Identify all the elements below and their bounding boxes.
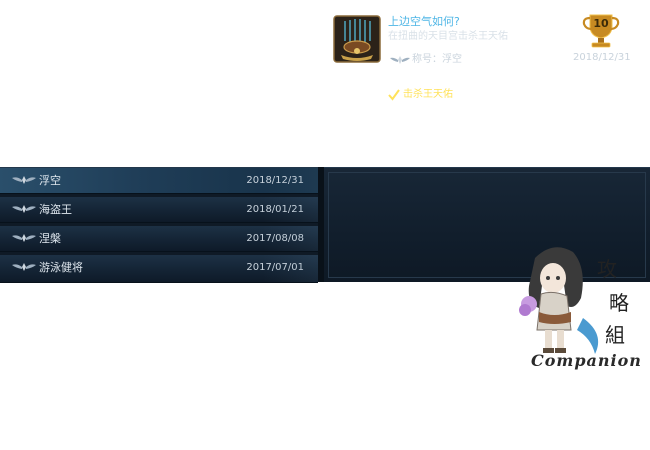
companion-logo-text: Companion bbox=[531, 351, 642, 370]
title-name: 浮空 bbox=[39, 174, 61, 187]
wings-emblem-icon bbox=[12, 263, 36, 271]
title-row-0[interactable]: 浮空 2018/12/31 bbox=[0, 168, 318, 194]
title-date: 2018/01/21 bbox=[246, 204, 304, 215]
wings-emblem-icon bbox=[12, 176, 36, 184]
objective-label: 击杀王天佑 bbox=[403, 89, 453, 100]
title-reward-icon bbox=[390, 56, 410, 64]
checkmark-icon bbox=[388, 88, 400, 101]
title-date: 2018/12/31 bbox=[246, 175, 304, 186]
achievement-description: 在扭曲的天目宫击杀王天佑 bbox=[388, 31, 508, 42]
wings-emblem-icon bbox=[12, 205, 36, 213]
wings-emblem-icon bbox=[12, 234, 36, 242]
achievement-title: 上边空气如何? bbox=[388, 15, 460, 28]
svg-text:組: 組 bbox=[605, 323, 625, 347]
svg-text:略: 略 bbox=[609, 291, 629, 315]
title-name: 涅槃 bbox=[39, 232, 61, 245]
achievement-date: 2018/12/31 bbox=[573, 52, 631, 63]
svg-text:攻: 攻 bbox=[597, 257, 617, 281]
achievement-emblem-icon bbox=[333, 15, 381, 63]
trophy-count: 10 bbox=[593, 17, 609, 30]
title-list: 浮空 2018/12/31 海盗王 2018/01/21 涅槃 2017/08/… bbox=[0, 167, 318, 283]
objective-row: 击杀王天佑 bbox=[388, 88, 453, 101]
title-date: 2017/08/08 bbox=[246, 233, 304, 244]
title-name: 海盗王 bbox=[39, 203, 72, 216]
reward-label: 称号：浮空 bbox=[412, 54, 462, 65]
title-date: 2017/07/01 bbox=[246, 262, 304, 273]
title-row-2[interactable]: 涅槃 2017/08/08 bbox=[0, 226, 318, 252]
title-name: 游泳健将 bbox=[39, 261, 83, 274]
title-row-3[interactable]: 游泳健将 2017/07/01 bbox=[0, 255, 318, 283]
title-row-1[interactable]: 海盗王 2018/01/21 bbox=[0, 197, 318, 223]
